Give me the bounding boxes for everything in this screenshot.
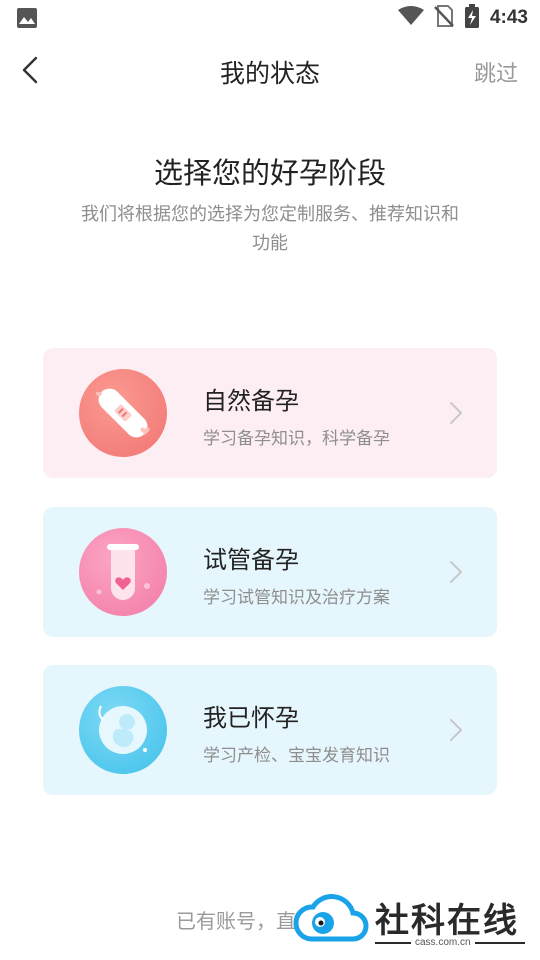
option-title: 自然备孕 [203, 387, 299, 415]
option-pregnant[interactable]: 我已怀孕 学习产检、宝宝发育知识 [43, 665, 497, 795]
skip-button[interactable]: 跳过 [474, 56, 518, 88]
option-title: 我已怀孕 [203, 704, 299, 732]
watermark: 社科在线 cass.com.cn [293, 887, 533, 953]
wifi-icon [397, 6, 424, 30]
option-ivf[interactable]: 试管备孕 学习试管知识及治疗方案 [43, 507, 497, 637]
option-title: 试管备孕 [203, 546, 299, 574]
option-desc: 学习产检、宝宝发育知识 [203, 746, 390, 766]
cloud-logo-icon [293, 894, 369, 942]
image-icon [16, 7, 38, 29]
chevron-right-icon [450, 719, 462, 741]
status-bar: 4:43 [0, 0, 540, 36]
watermark-text: 社科在线 [375, 901, 519, 941]
battery-charging-icon [464, 4, 480, 32]
option-desc: 学习备孕知识，科学备孕 [203, 429, 390, 449]
chevron-right-icon [450, 561, 462, 583]
fetus-icon [79, 686, 167, 774]
option-desc: 学习试管知识及治疗方案 [203, 588, 390, 608]
status-time: 4:43 [489, 7, 528, 28]
nav-bar: 我的状态 跳过 [0, 40, 540, 100]
page-title: 我的状态 [219, 59, 320, 88]
stage-subheading: 我们将根据您的选择为您定制服务、推荐知识和功能 [81, 204, 459, 254]
stage-heading: 选择您的好孕阶段 [153, 156, 386, 190]
no-sim-icon [434, 5, 454, 31]
test-tube-heart-icon [79, 528, 167, 616]
login-link[interactable]: 已有账号，直 [176, 905, 296, 934]
option-natural-conception[interactable]: 自然备孕 学习备孕知识，科学备孕 [43, 348, 497, 478]
pregnancy-test-icon [79, 369, 167, 457]
chevron-right-icon [450, 402, 462, 424]
watermark-url: cass.com.cn [411, 937, 475, 948]
